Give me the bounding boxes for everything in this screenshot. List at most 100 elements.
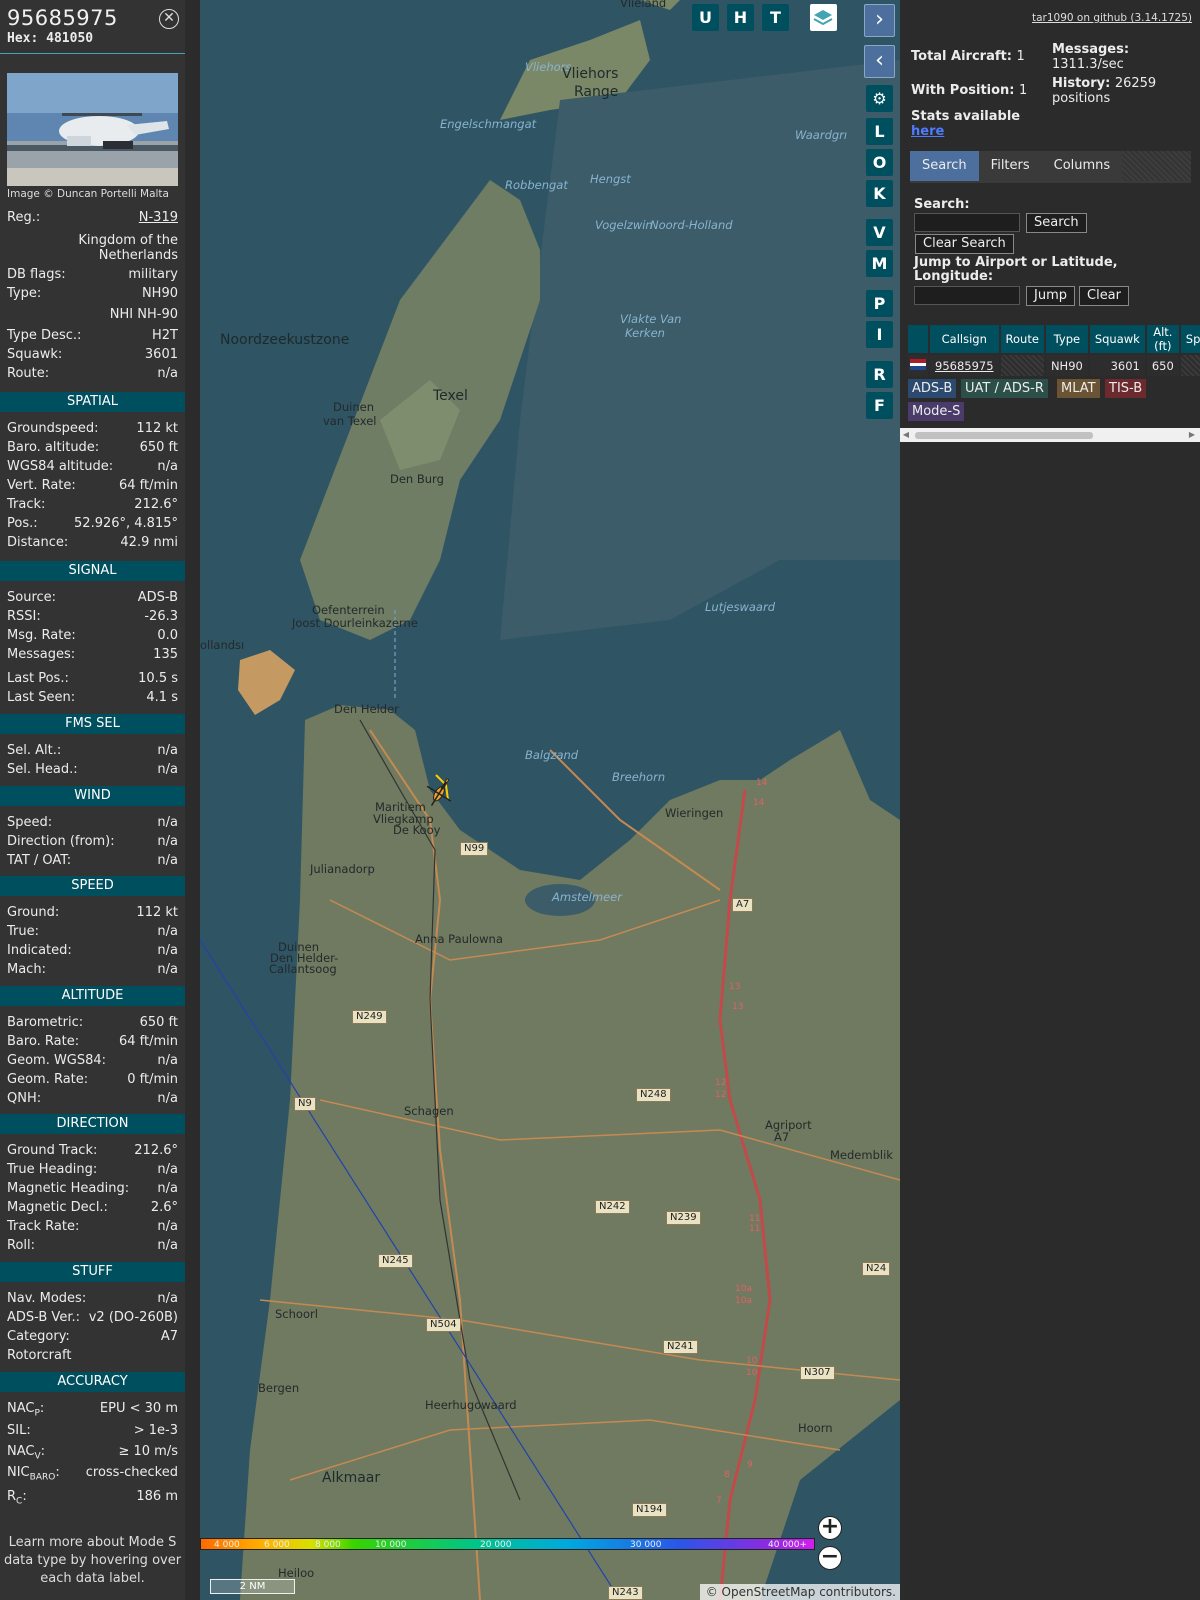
info-label[interactable]: SIL: [7,1422,31,1440]
info-label[interactable]: Category: [7,1328,70,1346]
search-input[interactable] [914,213,1020,232]
info-label[interactable]: Nav. Modes: [7,1290,86,1308]
info-label[interactable]: Geom. Rate: [7,1071,88,1089]
tab-search[interactable]: Search [910,151,979,181]
github-link[interactable]: tar1090 on github (3.14.1725) [1032,12,1192,24]
info-label[interactable]: Ground Track: [7,1142,97,1160]
col-route[interactable]: Route [1000,325,1044,353]
info-label[interactable]: RC: [7,1488,27,1507]
info-row-direction: Magnetic Decl.: 2.6° [7,1199,178,1217]
map-place-label: De Kooy [393,823,441,837]
info-label[interactable]: Sel. Head.: [7,761,78,779]
info-label[interactable]: Barometric: [7,1014,83,1032]
clear-button[interactable]: Clear [1079,286,1129,306]
info-label[interactable]: True Heading: [7,1161,97,1179]
info-label[interactable]: Track: [7,496,45,514]
col-callsign[interactable]: Callsign [930,325,999,353]
col-altitude[interactable]: Alt. (ft) [1146,325,1179,353]
toggle-r-button[interactable]: R [866,361,893,388]
search-button[interactable]: Search [1026,213,1087,233]
map-place-label: Heerhugowaard [425,1398,517,1412]
info-label[interactable]: Roll: [7,1237,35,1255]
col-flag[interactable] [908,325,928,353]
info-label[interactable]: QNH: [7,1090,41,1108]
registration-link[interactable]: N-319 [139,209,178,227]
toggle-v-button[interactable]: V [866,219,893,246]
info-label[interactable]: Rotorcraft [7,1347,71,1365]
tab-columns[interactable]: Columns [1042,151,1123,181]
info-label[interactable]: NICBARO: [7,1464,60,1483]
close-icon[interactable]: ✕ [159,9,179,29]
chevron-left-icon[interactable]: ‹ [864,45,895,78]
info-value: n/a [157,1219,178,1234]
info-label[interactable]: Direction (from): [7,833,115,851]
info-label[interactable]: True: [7,923,39,941]
jump-input[interactable] [914,286,1020,305]
info-label[interactable]: Last Pos.: [7,670,69,688]
chevron-right-icon[interactable]: › [864,4,895,37]
scroll-left-icon[interactable]: ◀ [902,431,910,439]
info-label[interactable]: Geom. WGS84: [7,1052,106,1070]
toggle-u-button[interactable]: U [692,4,719,31]
info-label[interactable]: Ground: [7,904,59,922]
info-label[interactable]: Baro. altitude: [7,439,99,457]
info-label[interactable]: Source: [7,589,56,607]
helicopter-icon[interactable] [422,774,458,810]
col-speed[interactable]: Sp [1180,325,1200,353]
toggle-o-button[interactable]: O [866,149,893,176]
info-label[interactable]: Sel. Alt.: [7,742,61,760]
info-label[interactable]: Indicated: [7,942,72,960]
info-label[interactable]: Messages: [7,646,75,664]
info-value: 0 ft/min [127,1072,178,1087]
table-row[interactable]: 95685975 NH90 3601 650 [908,355,1200,376]
tab-filters[interactable]: Filters [979,151,1042,181]
cell-callsign[interactable]: 95685975 [930,355,999,376]
info-label[interactable]: Last Seen: [7,689,75,707]
info-label[interactable]: Distance: [7,534,68,552]
scrollbar-thumb[interactable] [915,432,1093,439]
table-horizontal-scrollbar[interactable]: ◀ ▶ [900,428,1200,442]
info-label[interactable]: NACP: [7,1400,44,1419]
info-label[interactable]: WGS84 altitude: [7,458,113,476]
toggle-m-button[interactable]: M [866,250,893,277]
map-canvas[interactable]: Vlieland Vliehors Vliehors Range Engelschman… [200,0,900,1600]
learn-more-text: Learn more about Mode S data type by hov… [3,1535,182,1586]
info-label[interactable]: Msg. Rate: [7,627,76,645]
info-value: 112 kt [136,905,178,920]
info-label[interactable]: Vert. Rate: [7,477,76,495]
motorway-exit-label: 12 [715,1078,727,1088]
scroll-right-icon[interactable]: ▶ [1188,431,1196,439]
info-label[interactable]: ADS-B Ver.: [7,1309,80,1327]
toggle-k-button[interactable]: K [866,180,893,207]
col-squawk[interactable]: Squawk [1089,325,1145,353]
zoom-in-button[interactable]: + [818,1516,842,1540]
info-label[interactable]: Mach: [7,961,46,979]
toggle-t-button[interactable]: T [762,4,789,31]
toggle-l-button[interactable]: L [866,118,893,145]
jump-button[interactable]: Jump [1026,286,1075,306]
info-row-squawk: Squawk: 3601 [7,346,178,364]
toggle-i-button[interactable]: I [866,321,893,348]
info-label[interactable]: Track Rate: [7,1218,79,1236]
cell-squawk: 3601 [1089,355,1145,376]
info-label[interactable]: Magnetic Decl.: [7,1199,108,1217]
stats-link[interactable]: here [911,124,1020,139]
info-label[interactable]: RSSI: [7,608,41,626]
aircraft-photo[interactable] [7,73,178,186]
toggle-p-button[interactable]: P [866,290,893,317]
info-label[interactable]: Magnetic Heading: [7,1180,129,1198]
toggle-h-button[interactable]: H [727,4,754,31]
info-label[interactable]: NACV: [7,1443,45,1462]
info-label[interactable]: TAT / OAT: [7,852,71,870]
layers-icon[interactable] [810,4,837,31]
gear-icon[interactable]: ⚙ [866,85,893,112]
clear-search-button[interactable]: Clear Search [915,234,1014,254]
info-label[interactable]: Groundspeed: [7,420,98,438]
map-attribution[interactable]: © OpenStreetMap contributors. [700,1584,900,1600]
zoom-out-button[interactable]: − [818,1546,842,1570]
info-label[interactable]: Pos.: [7,515,38,533]
col-type[interactable]: Type [1045,325,1088,353]
info-label[interactable]: Speed: [7,814,52,832]
info-label[interactable]: Baro. Rate: [7,1033,79,1051]
toggle-f-button[interactable]: F [866,392,893,419]
